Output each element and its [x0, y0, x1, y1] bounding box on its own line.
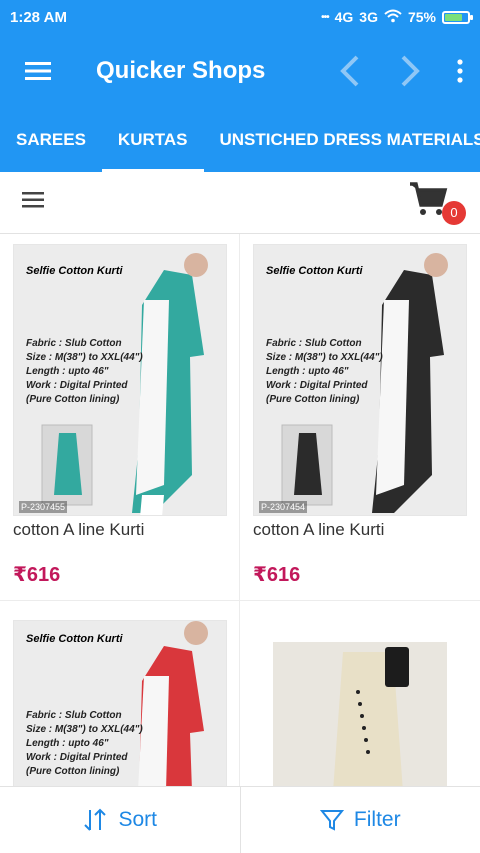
product-card[interactable]: Selfie Cotton Kurti Fabric : Slub Cotton… — [0, 234, 240, 600]
app-bar: Quicker Shops — [0, 34, 480, 108]
chevron-left-icon[interactable] — [320, 34, 380, 108]
photo-title: Selfie Cotton Kurti — [26, 265, 123, 277]
detail-line: Size : M(38") to XXL(44") — [266, 352, 383, 363]
filter-label: Filter — [353, 808, 401, 831]
sort-label: Sort — [118, 808, 157, 831]
photo-title: Selfie Cotton Kurti — [26, 633, 123, 645]
detail-line: Length : upto 46" — [26, 738, 109, 749]
product-price: ₹616 — [253, 564, 301, 586]
photo-title: Selfie Cotton Kurti — [266, 265, 363, 277]
filter-button[interactable]: Filter — [241, 787, 480, 853]
wifi-icon — [384, 9, 402, 26]
detail-line: (Pure Cotton lining) — [266, 394, 360, 405]
bottom-action-bar: Sort Filter — [0, 786, 480, 853]
status-icons: ••• 4G 3G 75% — [321, 9, 473, 26]
status-bar: 1:28 AM ••• 4G 3G 75% — [0, 0, 480, 34]
list-toolbar: 0 — [0, 172, 480, 234]
product-image[interactable]: Selfie Cotton Kurti Fabric : Slub Cotton… — [13, 244, 227, 516]
photo-details: Fabric : Slub Cotton Size : M(38") to XX… — [26, 337, 143, 407]
sort-button[interactable]: Sort — [0, 787, 240, 853]
product-price: ₹616 — [13, 564, 61, 586]
detail-line: Size : M(38") to XXL(44") — [26, 352, 143, 363]
product-image[interactable]: Selfie Cotton Kurti Fabric : Slub Cotton… — [13, 620, 227, 786]
product-id-label: P-2307454 — [259, 501, 308, 513]
detail-line: Work : Digital Printed — [26, 752, 128, 763]
product-name[interactable]: cotton A line Kurti — [13, 520, 144, 540]
network-1-label: 4G — [334, 9, 354, 25]
app-title: Quicker Shops — [96, 57, 266, 84]
grid-divider — [0, 600, 480, 601]
product-card[interactable]: Selfie Cotton Kurti Fabric : Slub Cotton… — [0, 610, 240, 786]
detail-line: Length : upto 46" — [26, 366, 109, 377]
battery-icon — [442, 10, 473, 24]
product-image[interactable] — [273, 642, 447, 786]
product-image[interactable]: Selfie Cotton Kurti Fabric : Slub Cotton… — [253, 244, 467, 516]
signal-icon: ••• — [321, 11, 329, 23]
detail-line: Fabric : Slub Cotton — [26, 710, 122, 721]
cart-count-badge: 0 — [442, 200, 466, 225]
product-grid: Selfie Cotton Kurti Fabric : Slub Cotton… — [0, 234, 480, 786]
detail-line: Work : Digital Printed — [26, 380, 128, 391]
grid-divider — [239, 234, 240, 786]
tab-unstiched-dress-materials[interactable]: UNSTICHED DRESS MATERIALS — [204, 108, 480, 172]
sort-arrows-icon — [84, 808, 107, 831]
detail-line: Size : M(38") to XXL(44") — [26, 724, 143, 735]
detail-line: Work : Digital Printed — [266, 380, 368, 391]
status-time: 1:28 AM — [10, 8, 67, 26]
product-card[interactable] — [240, 610, 480, 786]
detail-line: Fabric : Slub Cotton — [26, 338, 122, 349]
detail-line: Fabric : Slub Cotton — [266, 338, 362, 349]
tab-sarees[interactable]: SAREES — [0, 108, 102, 172]
cart-button[interactable]: 0 — [408, 181, 466, 225]
category-tabs: SAREES KURTAS UNSTICHED DRESS MATERIALS — [0, 108, 480, 172]
battery-percent: 75% — [407, 9, 436, 25]
product-name[interactable]: cotton A line Kurti — [253, 520, 384, 540]
network-2-label: 3G — [359, 9, 378, 25]
funnel-icon — [319, 810, 344, 831]
detail-line: (Pure Cotton lining) — [26, 394, 120, 405]
hamburger-menu-icon[interactable] — [0, 34, 76, 108]
product-card[interactable]: Selfie Cotton Kurti Fabric : Slub Cotton… — [240, 234, 480, 600]
tab-kurtas[interactable]: KURTAS — [101, 108, 204, 172]
detail-line: (Pure Cotton lining) — [26, 766, 120, 777]
photo-details: Fabric : Slub Cotton Size : M(38") to XX… — [266, 337, 383, 407]
chevron-right-icon[interactable] — [380, 34, 440, 108]
product-id-label: P-2307455 — [19, 501, 68, 513]
list-menu-icon[interactable] — [22, 192, 44, 213]
more-vert-icon[interactable] — [440, 34, 480, 108]
photo-details: Fabric : Slub Cotton Size : M(38") to XX… — [26, 709, 143, 779]
detail-line: Length : upto 46" — [266, 366, 349, 377]
